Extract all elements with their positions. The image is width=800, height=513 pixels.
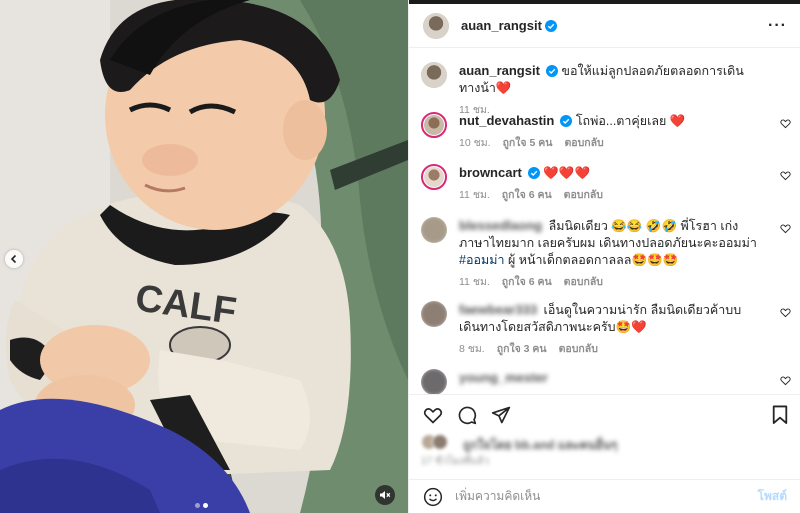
liked-by-section: ถูกใจโดย bb.and และคนอื่นๆ 17 ชั่วโมงที่… (421, 434, 791, 467)
avatar[interactable] (421, 164, 447, 190)
comment-bubble-icon (458, 406, 477, 424)
like-button[interactable] (423, 405, 443, 425)
carousel-dot-active (203, 503, 208, 508)
comment-row: browncart ❤️❤️❤️ 11 ชม. ถูกใจ 6 คน ตอบกล… (421, 164, 791, 204)
speaker-muted-icon (380, 491, 391, 499)
comment-text-after: ผู้ หน้าเด็กตลอดกาลลล🤩🤩🤩 (504, 253, 679, 267)
comment-button[interactable] (457, 405, 477, 425)
comment-meta: 10 ชม. ถูกใจ 5 คน ตอบกลับ (459, 135, 765, 152)
heart-outline-icon[interactable] (780, 118, 791, 129)
post-side-panel: auan_rangsit ··· auan_rangsit ขอให้แม่ลู… (408, 0, 800, 513)
comment-username[interactable]: young_mester (459, 370, 548, 385)
save-button[interactable] (771, 405, 789, 428)
reply-button[interactable]: ตอบกลับ (564, 187, 603, 204)
hashtag-link[interactable]: #ออมม่า (459, 253, 504, 267)
add-comment-bar: เพิ่มความคิดเห็น โพสต์ (409, 479, 800, 513)
avatar[interactable] (421, 369, 447, 394)
more-options-icon[interactable]: ··· (768, 17, 787, 35)
post-author-username[interactable]: auan_rangsit (461, 18, 542, 33)
post-comment-button[interactable]: โพสต์ (758, 487, 787, 506)
comment-likes[interactable]: ถูกใจ 6 คน (502, 274, 552, 291)
media-photo: CALF (0, 0, 408, 513)
comment-row: nut_devahastin โถพ่อ...ตาคุ่ยเลย ❤️ 10 ช… (421, 112, 791, 152)
verified-badge-icon (544, 19, 557, 32)
comment-row: faewbear333 เอ็นดูในความน่ารัก ลืมนิดเดี… (421, 301, 791, 358)
comment-username[interactable]: browncart (459, 165, 522, 180)
post-header: auan_rangsit ··· (409, 4, 800, 48)
mute-button[interactable] (375, 485, 395, 505)
comment-likes[interactable]: ถูกใจ 3 คน (497, 341, 547, 358)
avatar[interactable] (421, 217, 447, 243)
verified-badge-icon (527, 167, 540, 179)
comment-body: young_mester (459, 369, 791, 394)
avatar (432, 434, 448, 450)
heart-icon (423, 407, 443, 424)
comment-meta: 11 ชม. ถูกใจ 6 คน ตอบกลับ (459, 274, 765, 291)
comment-username[interactable]: blessedlaong (459, 218, 542, 233)
caption-body: auan_rangsit ขอให้แม่ลูกปลอดภัยตลอดการเด… (459, 62, 791, 119)
liked-by-text[interactable]: ถูกใจโดย bb.and และคนอื่นๆ (463, 436, 617, 455)
emoji-button[interactable] (423, 487, 443, 507)
comment-username[interactable]: nut_devahastin (459, 113, 554, 128)
heart-outline-icon[interactable] (780, 170, 791, 181)
comment-text: โถพ่อ...ตาคุ่ยเลย ❤️ (575, 114, 686, 128)
verified-badge-icon (545, 65, 558, 77)
comments-list: auan_rangsit ขอให้แม่ลูกปลอดภัยตลอดการเด… (409, 49, 800, 394)
caption-row: auan_rangsit ขอให้แม่ลูกปลอดภัยตลอดการเด… (421, 62, 791, 119)
reply-button[interactable]: ตอบกลับ (564, 135, 603, 152)
caption-username[interactable]: auan_rangsit (459, 63, 540, 78)
comment-username[interactable]: faewbear333 (459, 302, 537, 317)
paper-plane-icon (491, 406, 511, 423)
carousel-prev-button[interactable] (5, 250, 23, 268)
verified-badge-icon (560, 115, 573, 127)
comment-text: ❤️❤️❤️ (543, 166, 591, 180)
chevron-left-icon (10, 254, 17, 264)
carousel-indicator (195, 503, 208, 508)
comment-time: 11 ชม. (459, 189, 490, 201)
liker-avatars (421, 434, 448, 450)
comment-body: nut_devahastin โถพ่อ...ตาคุ่ยเลย ❤️ 10 ช… (459, 112, 791, 152)
heart-outline-icon[interactable] (780, 307, 791, 318)
avatar[interactable] (421, 301, 447, 327)
action-bar (409, 394, 800, 434)
comment-row: young_mester (421, 369, 791, 394)
comment-meta: 8 ชม. ถูกใจ 3 คน ตอบกลับ (459, 341, 765, 358)
reply-button[interactable]: ตอบกลับ (564, 274, 603, 291)
comment-body: faewbear333 เอ็นดูในความน่ารัก ลืมนิดเดี… (459, 301, 791, 358)
avatar[interactable] (423, 12, 449, 39)
share-button[interactable] (491, 405, 511, 425)
carousel-dot (195, 503, 200, 508)
heart-outline-icon[interactable] (780, 223, 791, 234)
post-date: 17 ชั่วโมงที่แล้ว (421, 456, 489, 467)
comment-input[interactable]: เพิ่มความคิดเห็น (455, 487, 758, 506)
avatar[interactable] (421, 62, 447, 88)
comment-likes[interactable]: ถูกใจ 5 คน (503, 135, 553, 152)
comment-likes[interactable]: ถูกใจ 6 คน (502, 187, 552, 204)
comment-time: 8 ชม. (459, 343, 485, 355)
comment-body: browncart ❤️❤️❤️ 11 ชม. ถูกใจ 6 คน ตอบกล… (459, 164, 791, 204)
heart-outline-icon[interactable] (780, 375, 791, 386)
avatar[interactable] (421, 112, 447, 138)
comment-time: 10 ชม. (459, 137, 491, 149)
reply-button[interactable]: ตอบกลับ (559, 341, 598, 358)
comment-meta: 11 ชม. ถูกใจ 6 คน ตอบกลับ (459, 187, 765, 204)
post-media[interactable]: CALF (0, 0, 408, 513)
comment-time: 11 ชม. (459, 276, 490, 288)
bookmark-icon (772, 405, 788, 424)
comment-row: blessedlaong ลืมนิดเดียว 😂😂 🤣🤣 พี่โรฮา เ… (421, 217, 791, 291)
comment-body: blessedlaong ลืมนิดเดียว 😂😂 🤣🤣 พี่โรฮา เ… (459, 217, 791, 291)
smiley-icon (423, 487, 443, 506)
